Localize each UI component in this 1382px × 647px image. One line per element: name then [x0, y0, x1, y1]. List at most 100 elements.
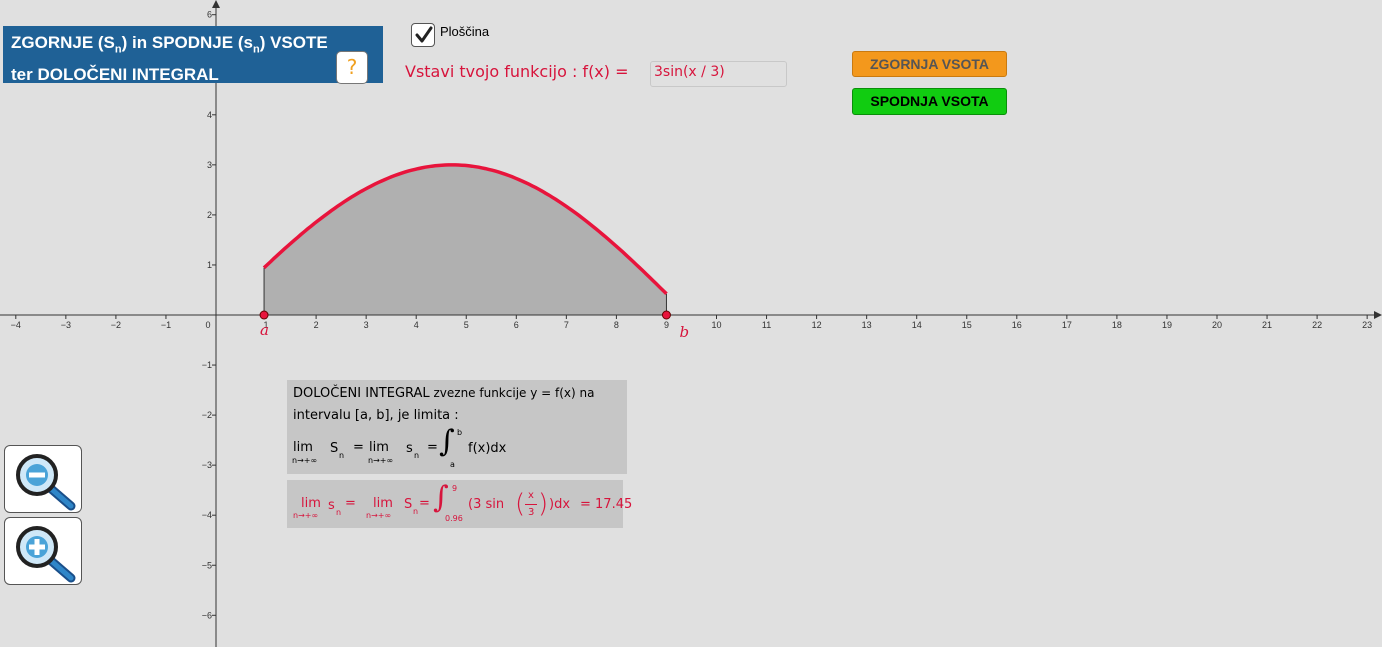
result-lower-sum-index: n: [336, 508, 342, 517]
result-lim-lower-sub: n→+∞: [293, 511, 319, 520]
x-axis-arrow: [1374, 311, 1382, 319]
result-integrand-b: )dx: [549, 497, 571, 512]
y-tick-label: 1: [207, 260, 212, 270]
upper-sum-symbol: S: [330, 441, 339, 456]
title-line-1: ZGORNJE (Sn) in SPODNJE (sn) VSOTE: [11, 33, 328, 56]
upper-sum-button[interactable]: ZGORNJA VSOTA: [852, 51, 1007, 77]
zoom-in-button[interactable]: [4, 517, 82, 585]
y-tick-label: 3: [207, 160, 212, 170]
lim-upper: lim: [293, 440, 313, 455]
x-tick-label: 3: [364, 320, 369, 330]
y-tick-label: −1: [202, 360, 212, 370]
x-tick-label: 12: [812, 320, 822, 330]
area-checkbox[interactable]: [411, 23, 435, 47]
result-lim-upper: lim: [373, 496, 393, 511]
result-lower-limit: 0.96: [445, 514, 463, 523]
y-tick-label: 2: [207, 210, 212, 220]
definition-line-2: intervalu [a, b], je limita :: [293, 408, 459, 423]
result-value: = 17.45: [580, 497, 633, 512]
integrand: f(x)dx: [468, 441, 507, 456]
x-tick-label: 8: [614, 320, 619, 330]
integral-upper-limit: b: [457, 428, 463, 437]
x-tick-label: 17: [1062, 320, 1072, 330]
result-lim-upper-sub: n→+∞: [366, 511, 392, 520]
x-tick-label: 15: [962, 320, 972, 330]
result-equals-2: =: [419, 496, 430, 511]
x-axis-ticks: −4 −3 −2 −1 0 1 2 3 4 5 6 7 8 9 10 11 12 13 14 15 16 17 18 19 20…: [11, 315, 1372, 330]
lower-sum-button[interactable]: SPODNJA VSOTA: [852, 88, 1007, 115]
x-tick-label: −2: [111, 320, 121, 330]
zoom-in-icon: [16, 526, 76, 583]
x-tick-label: 13: [862, 320, 872, 330]
function-input[interactable]: 3sin(x / 3): [650, 61, 787, 87]
graph-canvas[interactable]: −4 −3 −2 −1 0 1 2 3 4 5 6 7 8 9 10 11 12 13 14 15 16 17 18 19 20…: [0, 0, 1382, 647]
point-a[interactable]: [259, 310, 269, 320]
y-tick-label: −3: [202, 460, 212, 470]
definition-line-1: DOLOČENI INTEGRAL zvezne funkcije y = f(…: [293, 386, 595, 401]
x-tick-label: 11: [762, 320, 771, 330]
result-upper-sum-index: n: [413, 507, 419, 516]
point-b-label: b: [679, 323, 689, 341]
result-integrand-a: (3 sin: [468, 497, 505, 512]
result-integral-sign: ∫: [433, 480, 449, 515]
x-tick-label: 23: [1362, 320, 1372, 330]
y-tick-label: 4: [207, 110, 212, 120]
lower-sum-symbol: s: [406, 441, 413, 456]
title-box: ZGORNJE (Sn) in SPODNJE (sn) VSOTE ter D…: [3, 26, 383, 84]
x-tick-label: 5: [464, 320, 469, 330]
point-b[interactable]: [661, 310, 671, 320]
equals-1: =: [353, 440, 364, 455]
lower-sum-index: n: [414, 451, 420, 460]
left-paren: (: [515, 489, 526, 519]
area-under-curve: [264, 164, 667, 315]
equals-2: =: [427, 440, 438, 455]
y-axis-arrow: [212, 0, 220, 8]
zoom-out-button[interactable]: [4, 445, 82, 513]
integral-sign: ∫: [439, 424, 455, 459]
x-tick-label: 20: [1212, 320, 1222, 330]
upper-sum-index: n: [339, 451, 345, 460]
x-tick-label: 18: [1112, 320, 1122, 330]
x-tick-label: 9: [664, 320, 669, 330]
result-upper-limit: 9: [452, 484, 458, 493]
x-tick-label: 4: [414, 320, 419, 330]
checkmark-icon: [415, 26, 433, 43]
result-lim-lower: lim: [301, 496, 321, 511]
x-tick-label: −1: [161, 320, 171, 330]
x-tick-label: 6: [514, 320, 519, 330]
x-tick-label: 14: [912, 320, 922, 330]
title-line-2: ter DOLOČENI INTEGRAL: [11, 65, 219, 85]
point-a-label: a: [260, 321, 269, 339]
x-tick-label: 21: [1262, 320, 1272, 330]
lim-upper-sub: n→+∞: [292, 456, 318, 465]
x-tick-label: 16: [1012, 320, 1022, 330]
result-box: lim n→+∞ s n = lim n→+∞ S n = ∫ 9 0.96 (…: [287, 480, 632, 528]
lim-lower-sub: n→+∞: [368, 456, 394, 465]
result-equals-1: =: [345, 496, 356, 511]
y-tick-label: 6: [207, 10, 212, 20]
zoom-out-icon: [16, 454, 76, 511]
y-tick-label: −4: [202, 510, 212, 520]
right-paren: ): [538, 489, 549, 519]
fraction-numerator: x: [528, 490, 534, 501]
x-tick-label: −4: [11, 320, 21, 330]
area-checkbox-label: Ploščina: [440, 24, 490, 39]
y-tick-label: −6: [202, 610, 212, 620]
x-tick-label: 22: [1312, 320, 1322, 330]
definition-box: DOLOČENI INTEGRAL zvezne funkcije y = f(…: [287, 380, 627, 474]
fraction-bar: [525, 504, 537, 505]
y-tick-label: −5: [202, 560, 212, 570]
lim-lower: lim: [369, 440, 389, 455]
result-upper-sum-symbol: S: [404, 497, 413, 512]
result-lower-sum-symbol: s: [328, 498, 335, 513]
x-tick-label: 2: [314, 320, 319, 330]
integral-lower-limit: a: [450, 460, 455, 469]
x-tick-label: 10: [711, 320, 721, 330]
function-input-label: Vstavi tvojo funkcijo : f(x) =: [405, 62, 629, 81]
x-tick-label: 0: [205, 320, 210, 330]
x-tick-label: 19: [1162, 320, 1172, 330]
x-tick-label: −3: [61, 320, 71, 330]
help-button[interactable]: ?: [336, 51, 368, 84]
y-tick-label: −2: [202, 410, 212, 420]
x-tick-label: 7: [564, 320, 569, 330]
